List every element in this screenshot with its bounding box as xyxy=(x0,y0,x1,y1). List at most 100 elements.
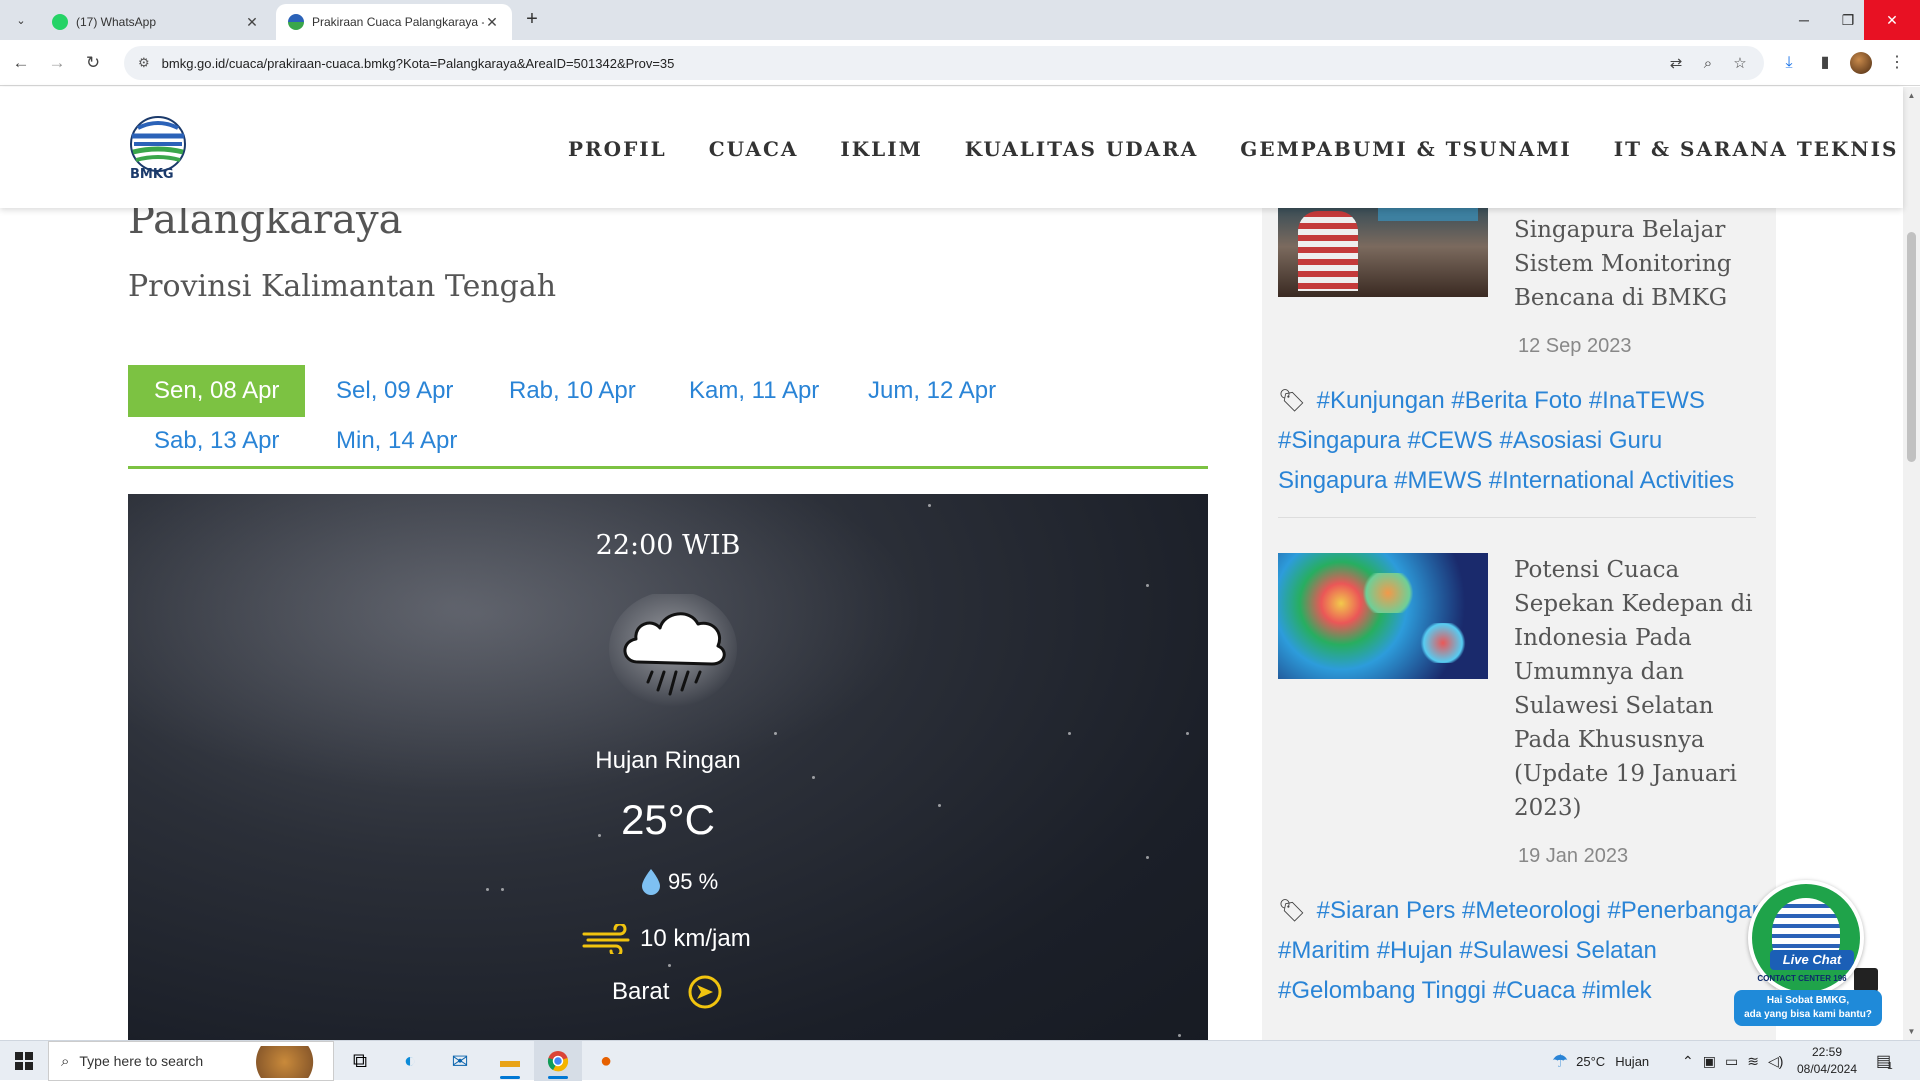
tag-icon: 🏷 xyxy=(1278,898,1306,923)
file-explorer-icon[interactable]: ▬ xyxy=(486,1041,534,1081)
windows-logo-icon xyxy=(15,1052,33,1070)
taskbar-clock[interactable]: 22:59 08/04/2024 xyxy=(1788,1044,1866,1078)
rain-cloud-icon xyxy=(609,594,737,707)
day-tab-4[interactable]: Jum, 12 Apr xyxy=(842,365,1022,417)
tag-link[interactable]: #Gelombang Tinggi xyxy=(1278,977,1486,1004)
edge-icon[interactable]: ◐ xyxy=(386,1041,434,1081)
wind-speed-value: 10 km/jam xyxy=(640,925,751,952)
weather-rain-icon: ☂ xyxy=(1552,1050,1569,1071)
weather-temp: 25°C xyxy=(1576,1053,1606,1069)
logo-text: BMKG xyxy=(130,167,174,182)
scroll-up-icon[interactable]: ▲ xyxy=(1903,87,1920,104)
news-photo[interactable] xyxy=(1278,553,1488,679)
forward-button[interactable]: → xyxy=(44,50,70,76)
clock-date: 08/04/2024 xyxy=(1796,1062,1858,1076)
bubble-line: Hai Sobat BMKG, xyxy=(1766,995,1850,1006)
nav-iklim[interactable]: IKLIM xyxy=(840,137,922,161)
address-bar[interactable]: ⚙ bmkg.go.id/cuaca/prakiraan-cuaca.bmkg?… xyxy=(124,46,1764,80)
forecast-card: 22:00 WIB Hujan Ringan 25°C 95 % 10 km/j… xyxy=(128,494,1208,1040)
water-drop-icon xyxy=(642,869,660,895)
start-button[interactable] xyxy=(0,1041,48,1081)
taskbar-search-box[interactable]: ⌕ Type here to search xyxy=(48,1041,334,1081)
tray-chevron-up-icon[interactable]: ⌃ xyxy=(1682,1053,1694,1070)
tag-link[interactable]: #Maritim xyxy=(1278,937,1370,964)
day-tab-1[interactable]: Sel, 09 Apr xyxy=(310,365,479,417)
live-chat-bubble[interactable]: Hai Sobat BMKG, ada yang bisa kami bantu… xyxy=(1734,990,1882,1026)
live-chat-widget[interactable]: Live Chat CONTACT CENTER 196 Hai Sobat B… xyxy=(1734,880,1884,1030)
tab-whatsapp[interactable]: (17) WhatsApp ✕ xyxy=(40,4,272,40)
mail-icon[interactable]: ✉ xyxy=(436,1041,484,1081)
display-icon[interactable]: ▭ xyxy=(1725,1053,1738,1070)
tag-link[interactable]: #Singapura xyxy=(1278,427,1401,454)
back-button[interactable]: ← xyxy=(8,50,34,76)
profile-avatar[interactable] xyxy=(1850,52,1872,74)
tag-link[interactable]: #MEWS xyxy=(1394,467,1482,494)
wifi-icon[interactable]: ≋ xyxy=(1747,1053,1759,1070)
close-tab-icon[interactable]: ✕ xyxy=(484,14,500,31)
windows-taskbar: ⌕ Type here to search ⧉ ◐ ✉ ▬ ● ☂ 25°C H… xyxy=(0,1040,1920,1081)
day-tab-2[interactable]: Rab, 10 Apr xyxy=(483,365,662,417)
humidity: 95 % xyxy=(640,868,718,896)
nav-kualitas-udara[interactable]: KUALITAS UDARA xyxy=(965,137,1199,161)
chrome-logo-icon xyxy=(547,1051,569,1072)
news-title[interactable]: Singapura Belajar Sistem Monitoring Benc… xyxy=(1514,213,1762,315)
tab-search-button[interactable]: ⌄ xyxy=(8,8,34,32)
tag-link[interactable]: #Sulawesi Selatan xyxy=(1459,937,1656,964)
nav-it-sarana-teknis[interactable]: IT & SARANA TEKNIS xyxy=(1614,137,1899,161)
tab-title: (17) WhatsApp xyxy=(76,15,157,29)
tag-link[interactable]: #InaTEWS xyxy=(1589,387,1705,414)
reload-button[interactable]: ↻ xyxy=(80,50,106,76)
task-view-icon[interactable]: ⧉ xyxy=(336,1041,384,1081)
camera-icon[interactable]: ▣ xyxy=(1703,1053,1716,1070)
tag-link[interactable]: #Hujan xyxy=(1377,937,1453,964)
volume-icon[interactable]: ◁) xyxy=(1768,1053,1783,1070)
side-panel-icon[interactable]: ▮ xyxy=(1812,50,1838,76)
close-tab-icon[interactable]: ✕ xyxy=(244,14,260,31)
news-title[interactable]: Potensi Cuaca Sepekan Kedepan di Indones… xyxy=(1514,553,1762,825)
tab-bmkg[interactable]: Prakiraan Cuaca Palangkaraya - ✕ xyxy=(276,4,512,40)
notification-center[interactable]: ▤ 1 xyxy=(1876,1041,1893,1081)
live-chat-subtitle: CONTACT CENTER 196 xyxy=(1757,974,1847,983)
bookmark-star-icon[interactable]: ☆ xyxy=(1728,52,1752,76)
download-icon[interactable]: ⤓ xyxy=(1776,50,1802,76)
humidity-value: 95 % xyxy=(668,869,719,894)
firefox-icon[interactable]: ● xyxy=(582,1041,630,1081)
day-tab-3[interactable]: Kam, 11 Apr xyxy=(663,365,845,417)
tag-link[interactable]: #Kunjungan xyxy=(1317,387,1445,414)
live-chat-label: Live Chat xyxy=(1770,950,1854,970)
day-tab-0[interactable]: Sen, 08 Apr xyxy=(128,365,306,417)
nav-gempabumi-tsunami[interactable]: GEMPABUMI & TSUNAMI xyxy=(1240,137,1571,161)
url-text: bmkg.go.id/cuaca/prakiraan-cuaca.bmkg?Ko… xyxy=(161,55,675,71)
chrome-icon[interactable] xyxy=(534,1041,582,1081)
system-tray: ⌃ ▣ ▭ ≋ ◁) xyxy=(1682,1041,1783,1081)
scroll-down-icon[interactable]: ▼ xyxy=(1903,1023,1920,1040)
nav-cuaca[interactable]: CUACA xyxy=(709,137,799,161)
search-highlight-icon xyxy=(255,1046,329,1078)
wind-direction-value: Barat xyxy=(612,978,670,1005)
menu-kebab-icon[interactable]: ⋮ xyxy=(1884,50,1910,76)
day-tab-5[interactable]: Sab, 13 Apr xyxy=(128,415,305,467)
tag-link[interactable]: #CEWS xyxy=(1407,427,1492,454)
site-info-icon[interactable]: ⚙ xyxy=(138,55,150,71)
tag-link[interactable]: #Cuaca xyxy=(1493,977,1576,1004)
tag-link[interactable]: #International Activities xyxy=(1489,467,1734,494)
tag-link[interactable]: #Meteorologi xyxy=(1462,897,1601,924)
scroll-thumb[interactable] xyxy=(1907,232,1916,462)
translate-icon[interactable]: ⇄ xyxy=(1664,52,1688,76)
close-window-button[interactable]: ✕ xyxy=(1864,0,1920,40)
zoom-icon[interactable]: ⌕ xyxy=(1696,52,1720,76)
tab-title: Prakiraan Cuaca Palangkaraya - xyxy=(312,15,484,29)
day-tab-6[interactable]: Min, 14 Apr xyxy=(310,415,483,467)
weather-widget[interactable]: ☂ 25°C Hujan xyxy=(1552,1041,1649,1081)
tag-link[interactable]: #imlek xyxy=(1582,977,1651,1004)
tag-link[interactable]: #Siaran Pers xyxy=(1317,897,1456,924)
news-tags: 🏷 #Siaran Pers #Meteorologi #Penerbangan… xyxy=(1278,891,1770,1011)
new-tab-button[interactable]: + xyxy=(520,8,544,32)
nav-profil[interactable]: PROFIL xyxy=(568,137,667,161)
weather-text: Hujan xyxy=(1615,1053,1650,1069)
page-scrollbar[interactable]: ▲ ▼ xyxy=(1903,87,1920,1040)
wind-direction: Barat xyxy=(612,974,723,1010)
news-date: 12 Sep 2023 xyxy=(1518,335,1632,357)
tag-link[interactable]: #Berita Foto xyxy=(1451,387,1582,414)
wind-icon xyxy=(582,924,630,954)
